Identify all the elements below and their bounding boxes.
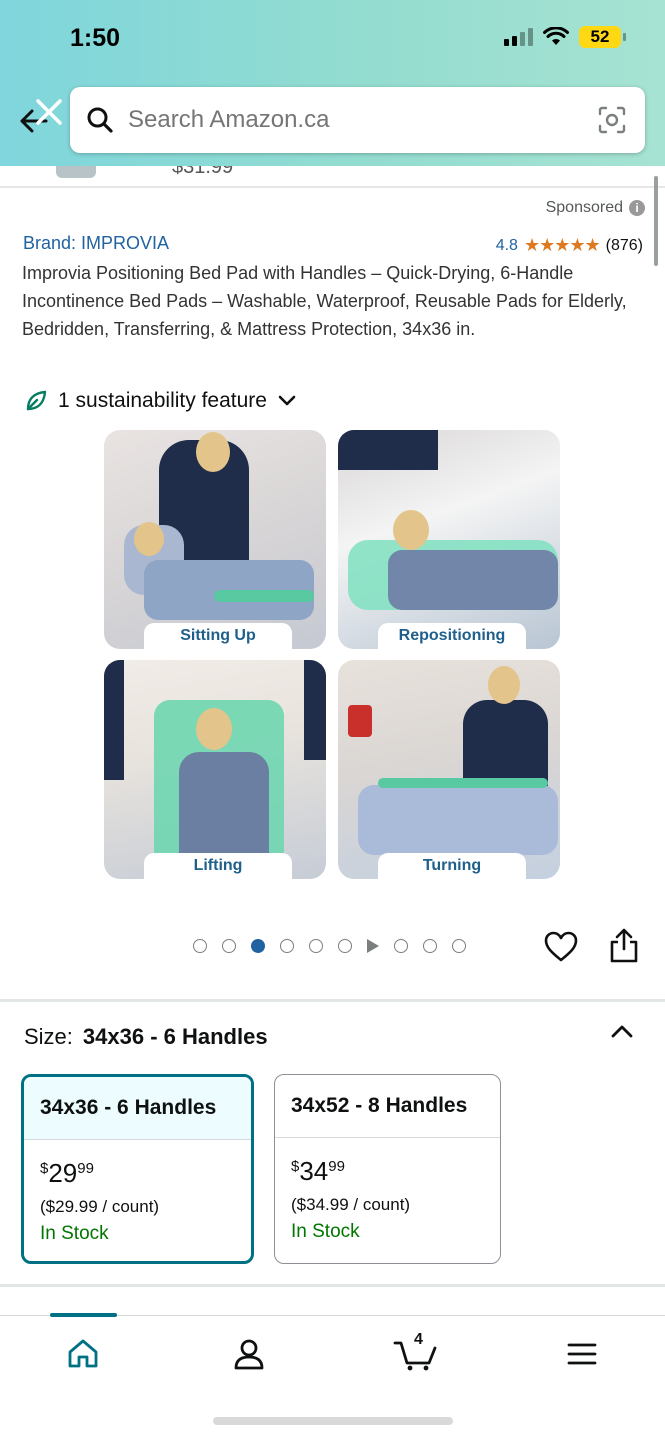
tab-home[interactable] bbox=[63, 1334, 103, 1374]
brand-link[interactable]: Brand: IMPROVIA bbox=[23, 233, 169, 254]
section-divider bbox=[0, 999, 665, 1002]
carousel-dot[interactable] bbox=[309, 939, 323, 953]
product-image-turning[interactable]: Turning bbox=[338, 660, 560, 879]
previous-result-strip: $31.99 bbox=[0, 166, 665, 188]
carousel-dot[interactable] bbox=[222, 939, 236, 953]
star-rating-icon: ★★★★★ bbox=[523, 235, 601, 255]
leaf-icon bbox=[26, 390, 47, 411]
image-carousel-dots[interactable] bbox=[193, 939, 466, 953]
tab-cart[interactable]: 4 bbox=[392, 1331, 440, 1374]
section-divider bbox=[0, 1284, 665, 1287]
previous-result-thumbnail bbox=[56, 166, 96, 178]
battery-indicator: 52 bbox=[579, 26, 626, 48]
active-tab-indicator bbox=[50, 1313, 117, 1317]
product-image-lifting[interactable]: Lifting bbox=[104, 660, 326, 879]
carousel-dot[interactable] bbox=[394, 939, 408, 953]
scrollbar[interactable] bbox=[654, 176, 658, 266]
size-option-name: 34x36 - 6 Handles bbox=[24, 1077, 251, 1140]
app-header: 1:50 52 bbox=[0, 0, 665, 166]
size-option-name: 34x52 - 8 Handles bbox=[275, 1075, 500, 1138]
sponsored-text: Sponsored bbox=[545, 199, 623, 216]
heart-icon[interactable] bbox=[543, 929, 579, 965]
chevron-up-icon[interactable] bbox=[609, 1021, 635, 1041]
size-option-price: $29 99 bbox=[40, 1158, 251, 1189]
info-icon[interactable]: i bbox=[629, 200, 645, 216]
chevron-down-icon bbox=[278, 395, 296, 406]
size-option-price: $34 99 bbox=[291, 1156, 500, 1187]
search-icon[interactable] bbox=[86, 106, 114, 134]
stock-status: In Stock bbox=[291, 1221, 360, 1242]
search-bar[interactable] bbox=[70, 87, 645, 153]
product-image-repositioning[interactable]: Repositioning bbox=[338, 430, 560, 649]
price-dollars: 34 bbox=[299, 1156, 329, 1186]
carousel-dot[interactable] bbox=[193, 939, 207, 953]
price-cents: 99 bbox=[77, 1160, 94, 1177]
tile-caption: Repositioning bbox=[378, 623, 526, 649]
stock-status: In Stock bbox=[40, 1223, 109, 1244]
previous-result-price: $31.99 bbox=[172, 166, 234, 178]
menu-icon bbox=[567, 1343, 597, 1365]
rating-value: 4.8 bbox=[495, 236, 518, 254]
video-play-icon[interactable] bbox=[367, 939, 379, 953]
sustainability-label: 1 sustainability feature bbox=[58, 389, 267, 412]
rating-summary[interactable]: 4.8 ★★★★★ (876) bbox=[496, 235, 643, 256]
size-option[interactable]: 34x52 - 8 Handles $34 99 ($34.99 / count)… bbox=[274, 1074, 501, 1264]
review-count: (876) bbox=[605, 236, 643, 254]
carousel-dot[interactable] bbox=[338, 939, 352, 953]
carousel-dot[interactable] bbox=[423, 939, 437, 953]
home-icon bbox=[68, 1339, 98, 1368]
price-dollars: 29 bbox=[48, 1158, 78, 1188]
product-image-gallery[interactable]: Sitting Up Repositioning Lifting Turning bbox=[104, 430, 560, 880]
status-time: 1:50 bbox=[70, 24, 121, 52]
status-icons: 52 bbox=[504, 26, 626, 48]
carousel-dot[interactable] bbox=[452, 939, 466, 953]
size-label-text: Size: bbox=[24, 1024, 73, 1049]
signal-icon bbox=[504, 28, 533, 46]
tab-menu[interactable] bbox=[562, 1334, 602, 1374]
price-currency: $ bbox=[291, 1158, 300, 1175]
cart-count-badge: 4 bbox=[414, 1331, 423, 1348]
size-selected-value: 34x36 - 6 Handles bbox=[82, 1024, 268, 1049]
share-icon[interactable] bbox=[607, 927, 641, 965]
unit-price: ($34.99 / count) bbox=[291, 1195, 411, 1214]
tile-caption: Lifting bbox=[144, 853, 292, 879]
home-indicator[interactable] bbox=[213, 1417, 453, 1425]
camera-lens-icon[interactable] bbox=[597, 105, 627, 135]
account-icon bbox=[234, 1339, 264, 1370]
price-cents: 99 bbox=[328, 1158, 345, 1175]
tile-caption: Turning bbox=[378, 853, 526, 879]
wifi-icon bbox=[543, 27, 569, 45]
sustainability-toggle[interactable]: 1 sustainability feature bbox=[24, 389, 297, 413]
size-option-selected[interactable]: 34x36 - 6 Handles $29 99 ($29.99 / count)… bbox=[21, 1074, 254, 1264]
back-arrow-icon[interactable] bbox=[16, 96, 66, 146]
price-currency: $ bbox=[40, 1160, 49, 1177]
carousel-dot[interactable] bbox=[280, 939, 294, 953]
size-selector-label: Size: 34x36 - 6 Handles bbox=[24, 1024, 268, 1050]
product-image-sitting-up[interactable]: Sitting Up bbox=[104, 430, 326, 649]
unit-price: ($29.99 / count) bbox=[40, 1197, 160, 1216]
sponsored-label[interactable]: Sponsored i bbox=[546, 199, 645, 217]
carousel-dot-active[interactable] bbox=[251, 939, 265, 953]
tab-account[interactable] bbox=[229, 1334, 269, 1374]
close-icon bbox=[36, 99, 62, 125]
product-title[interactable]: Improvia Positioning Bed Pad with Handle… bbox=[22, 259, 632, 343]
tile-caption: Sitting Up bbox=[144, 623, 292, 649]
search-input[interactable] bbox=[128, 106, 568, 134]
